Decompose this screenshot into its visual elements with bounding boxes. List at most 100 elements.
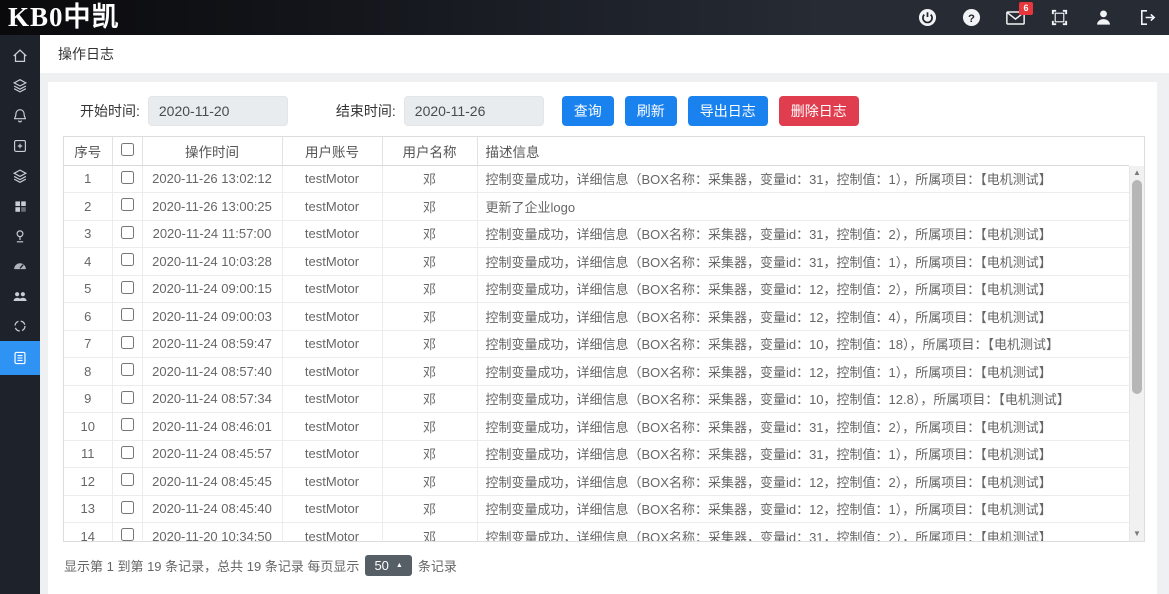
cell-operation-time: 2020-11-26 13:00:25: [142, 193, 282, 221]
cell-operation-time: 2020-11-20 10:34:50: [142, 523, 282, 543]
sidebar-item-operation-logs[interactable]: [0, 341, 40, 375]
cell-operation-time: 2020-11-26 13:02:12: [142, 165, 282, 193]
page-size-select[interactable]: 50 ▲: [365, 555, 411, 576]
row-checkbox[interactable]: [121, 446, 134, 459]
cell-description: 控制变量成功，详细信息（BOX名称：采集器，变量id：31，控制值：1），所属项…: [477, 440, 1129, 468]
add-box-icon: [11, 137, 29, 155]
cell-user-account: testMotor: [282, 358, 382, 386]
log-table-container: 序号 操作时间 用户账号 用户名称 描述信息 1 2020-11-26 13:0…: [63, 136, 1145, 542]
apps-grid-icon: [12, 198, 29, 215]
log-table: 序号 操作时间 用户账号 用户名称 描述信息 1 2020-11-26 13:0…: [64, 137, 1129, 542]
row-checkbox[interactable]: [121, 418, 134, 431]
refresh-button[interactable]: 刷新: [625, 96, 677, 126]
row-checkbox[interactable]: [121, 308, 134, 321]
cell-checkbox: [112, 330, 142, 358]
messages-icon[interactable]: 6: [1006, 8, 1025, 27]
cell-row-number: 6: [64, 303, 112, 331]
select-all-checkbox[interactable]: [121, 143, 134, 156]
scroll-down-arrow-icon[interactable]: ▼: [1130, 527, 1144, 540]
cell-description: 控制变量成功，详细信息（BOX名称：采集器，变量id：31，控制值：2），所属项…: [477, 220, 1129, 248]
cell-operation-time: 2020-11-24 08:57:34: [142, 385, 282, 413]
cell-row-number: 5: [64, 275, 112, 303]
cell-row-number: 4: [64, 248, 112, 276]
sidebar-item-map-pin[interactable]: [0, 221, 40, 251]
sidebar-item-apps[interactable]: [0, 191, 40, 221]
col-header-no: 序号: [64, 137, 112, 165]
table-row: 13 2020-11-24 08:45:40 testMotor 邓 控制变量成…: [64, 495, 1129, 523]
cell-operation-time: 2020-11-24 08:46:01: [142, 413, 282, 441]
cell-description: 控制变量成功，详细信息（BOX名称：采集器，变量id：12，控制值：2），所属项…: [477, 468, 1129, 496]
sidebar-item-layers[interactable]: [0, 71, 40, 101]
logout-icon[interactable]: [1138, 8, 1157, 27]
cell-user-name: 邓: [382, 495, 477, 523]
cell-row-number: 7: [64, 330, 112, 358]
col-header-name: 用户名称: [382, 137, 477, 165]
row-checkbox[interactable]: [121, 171, 134, 184]
log-table-body: 1 2020-11-26 13:02:12 testMotor 邓 控制变量成功…: [64, 165, 1129, 542]
cell-user-account: testMotor: [282, 275, 382, 303]
log-list-icon: [11, 349, 29, 367]
cell-checkbox: [112, 193, 142, 221]
col-header-checkbox: [112, 137, 142, 165]
help-icon[interactable]: ?: [962, 8, 981, 27]
row-checkbox[interactable]: [121, 473, 134, 486]
scroll-up-arrow-icon[interactable]: ▲: [1130, 166, 1144, 179]
table-row: 2 2020-11-26 13:00:25 testMotor 邓 更新了企业l…: [64, 193, 1129, 221]
row-checkbox[interactable]: [121, 198, 134, 211]
row-checkbox[interactable]: [121, 363, 134, 376]
sidebar-item-dashboard[interactable]: [0, 251, 40, 281]
row-checkbox[interactable]: [121, 391, 134, 404]
home-icon: [11, 47, 29, 65]
gauge-icon: [11, 257, 29, 275]
table-row: 6 2020-11-24 09:00:03 testMotor 邓 控制变量成功…: [64, 303, 1129, 331]
row-checkbox[interactable]: [121, 253, 134, 266]
sidebar-item-globe[interactable]: [0, 311, 40, 341]
sidebar-item-home[interactable]: [0, 41, 40, 71]
fullscreen-icon[interactable]: [1050, 8, 1069, 27]
cell-operation-time: 2020-11-24 08:57:40: [142, 358, 282, 386]
record-unit: 条记录: [418, 556, 457, 575]
message-count-badge: 6: [1019, 2, 1033, 15]
row-checkbox[interactable]: [121, 336, 134, 349]
export-logs-button[interactable]: 导出日志: [688, 96, 768, 126]
sidebar-item-notifications[interactable]: [0, 101, 40, 131]
scrollbar-thumb[interactable]: [1132, 180, 1142, 394]
delete-logs-button[interactable]: 删除日志: [779, 96, 859, 126]
row-checkbox[interactable]: [121, 281, 134, 294]
cell-user-name: 邓: [382, 248, 477, 276]
filter-buttons: 查询 刷新 导出日志 删除日志: [562, 96, 859, 126]
cell-description: 控制变量成功，详细信息（BOX名称：采集器，变量id：12，控制值：1），所属项…: [477, 495, 1129, 523]
search-button[interactable]: 查询: [562, 96, 614, 126]
sidebar-item-users[interactable]: [0, 281, 40, 311]
cell-checkbox: [112, 413, 142, 441]
sidebar-item-add-box[interactable]: [0, 131, 40, 161]
cell-row-number: 13: [64, 495, 112, 523]
sidebar-item-stack[interactable]: [0, 161, 40, 191]
users-icon: [11, 287, 29, 305]
table-row: 3 2020-11-24 11:57:00 testMotor 邓 控制变量成功…: [64, 220, 1129, 248]
row-checkbox[interactable]: [121, 528, 134, 541]
globe-icon: [12, 318, 28, 334]
cell-user-name: 邓: [382, 523, 477, 543]
row-checkbox[interactable]: [121, 226, 134, 239]
table-row: 7 2020-11-24 08:59:47 testMotor 邓 控制变量成功…: [64, 330, 1129, 358]
layers-icon: [11, 77, 29, 95]
cell-checkbox: [112, 248, 142, 276]
cell-checkbox: [112, 385, 142, 413]
power-icon[interactable]: [918, 8, 937, 27]
cell-description: 控制变量成功，详细信息（BOX名称：采集器，变量id：31，控制值：1），所属项…: [477, 165, 1129, 193]
end-time-input[interactable]: [404, 96, 544, 126]
sidebar-nav: [0, 35, 40, 594]
cell-user-name: 邓: [382, 220, 477, 248]
cell-user-name: 邓: [382, 303, 477, 331]
caret-up-icon: ▲: [396, 562, 403, 569]
user-icon[interactable]: [1094, 8, 1113, 27]
start-time-input[interactable]: [148, 96, 288, 126]
cell-user-name: 邓: [382, 193, 477, 221]
cell-row-number: 2: [64, 193, 112, 221]
table-scrollbar[interactable]: ▲ ▼: [1129, 166, 1144, 541]
cell-checkbox: [112, 358, 142, 386]
row-checkbox[interactable]: [121, 501, 134, 514]
cell-user-name: 邓: [382, 440, 477, 468]
top-icon-group: ? 6: [918, 8, 1169, 27]
